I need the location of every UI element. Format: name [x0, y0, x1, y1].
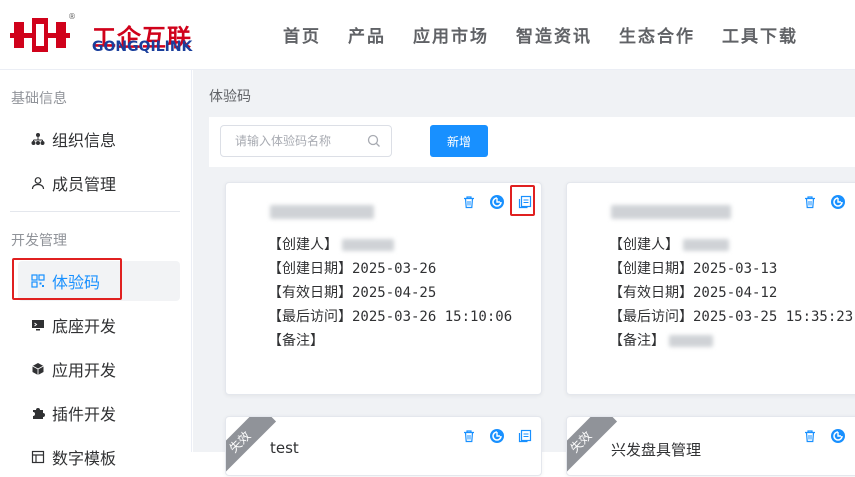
redacted-creator: [683, 239, 729, 251]
card-actions: [460, 427, 534, 445]
redacted-name: [270, 205, 374, 219]
card-actions: [801, 427, 847, 445]
card-actions: [801, 193, 847, 211]
sidebar-item-app-dev[interactable]: 应用开发: [18, 349, 180, 389]
sidebar: 基础信息 组织信息 成员管理 开发管理 体验码 底座开发 应用开发 插件开发 数…: [0, 70, 192, 468]
highlight-box: [12, 258, 122, 300]
section-title-basic: 基础信息: [11, 91, 67, 107]
search-icon[interactable]: [367, 134, 381, 148]
nav-products[interactable]: 产品: [348, 22, 386, 50]
card-field-last-visit: 【最后访问】2025-03-26 15:10:06: [268, 309, 513, 325]
highlight-box: [510, 185, 535, 216]
card-field-remark: 【备注】: [609, 333, 665, 349]
sidebar-item-members[interactable]: 成员管理: [18, 163, 180, 203]
card-field-created: 【创建日期】2025-03-13: [609, 261, 778, 277]
card-field-valid: 【有效日期】2025-04-25: [268, 285, 437, 301]
brand-name-en: GONGQILINK: [92, 39, 193, 55]
refresh-icon[interactable]: [488, 193, 506, 211]
card-field-remark: 【备注】: [268, 333, 324, 349]
card-field-creator: 【创建人】: [609, 237, 679, 253]
card-field-created: 【创建日期】2025-03-26: [268, 261, 437, 277]
expired-ribbon: 失效: [567, 417, 618, 475]
sidebar-item-label: 组织信息: [52, 131, 117, 150]
sidebar-item-template[interactable]: 数字模板: [18, 437, 180, 477]
logo[interactable]: ® 工企互联 GONGQILINK: [10, 12, 210, 58]
delete-icon[interactable]: [801, 193, 819, 211]
cube-icon: [30, 361, 46, 377]
sidebar-item-plugin-dev[interactable]: 插件开发: [18, 393, 180, 433]
experience-code-card: 失效 test: [225, 416, 542, 476]
sidebar-item-label: 底座开发: [52, 317, 117, 336]
sidebar-item-label: 数字模板: [52, 449, 117, 468]
breadcrumb: 体验码: [209, 89, 251, 105]
sidebar-item-label: 成员管理: [52, 175, 117, 194]
card-field-valid: 【有效日期】2025-04-12: [609, 285, 778, 301]
section-title-dev: 开发管理: [11, 233, 67, 249]
monitor-icon: [30, 317, 46, 333]
top-bar: ® 工企互联 GONGQILINK 首页 产品 应用市场 智造资讯 生态合作 工…: [0, 0, 855, 70]
copy-icon[interactable]: [516, 427, 534, 445]
puzzle-icon: [30, 405, 46, 421]
card-field-last-visit: 【最后访问】2025-03-25 15:35:23: [609, 309, 854, 325]
expired-ribbon: 失效: [226, 417, 277, 475]
sidebar-item-label: 应用开发: [52, 361, 117, 380]
card-name: test: [270, 439, 299, 457]
delete-icon[interactable]: [460, 427, 478, 445]
nav-app-market[interactable]: 应用市场: [413, 22, 489, 50]
redacted-name: [611, 205, 731, 219]
delete-icon[interactable]: [460, 193, 478, 211]
user-icon: [30, 175, 46, 191]
sidebar-item-org[interactable]: 组织信息: [18, 119, 180, 159]
org-chart-icon: [30, 131, 46, 147]
search-input[interactable]: [221, 126, 361, 156]
experience-code-card: 失效 兴发盘具管理: [566, 416, 855, 476]
redacted-remark: [669, 335, 713, 347]
main-content: 体验码 新增 【创建人】 【创建日期】2025-03-26 【有效日期】2025…: [193, 70, 855, 476]
experience-code-card: 【创建人】 【创建日期】2025-03-26 【有效日期】2025-04-25 …: [225, 182, 542, 395]
nav-ecosystem[interactable]: 生态合作: [619, 22, 695, 50]
add-button[interactable]: 新增: [430, 125, 488, 157]
search-box: [220, 125, 392, 157]
refresh-icon[interactable]: [488, 427, 506, 445]
toolbar: 新增: [209, 117, 855, 167]
refresh-icon[interactable]: [829, 193, 847, 211]
card-field-creator: 【创建人】: [268, 237, 338, 253]
main-nav: 首页 产品 应用市场 智造资讯 生态合作 工具下载: [283, 22, 825, 50]
nav-news[interactable]: 智造资讯: [516, 22, 592, 50]
experience-code-card: 【创建人】 【创建日期】2025-03-13 【有效日期】2025-04-12 …: [566, 182, 855, 395]
registered-mark: ®: [68, 12, 76, 21]
sidebar-item-label: 插件开发: [52, 405, 117, 424]
card-name: 兴发盘具管理: [611, 441, 702, 459]
sidebar-divider: [10, 211, 180, 212]
redacted-creator: [342, 239, 394, 251]
delete-icon[interactable]: [801, 427, 819, 445]
nav-home[interactable]: 首页: [283, 22, 321, 50]
logo-mark-icon: [10, 18, 70, 52]
template-icon: [30, 449, 46, 465]
refresh-icon[interactable]: [829, 427, 847, 445]
nav-downloads[interactable]: 工具下载: [722, 22, 798, 50]
sidebar-item-base-dev[interactable]: 底座开发: [18, 305, 180, 345]
